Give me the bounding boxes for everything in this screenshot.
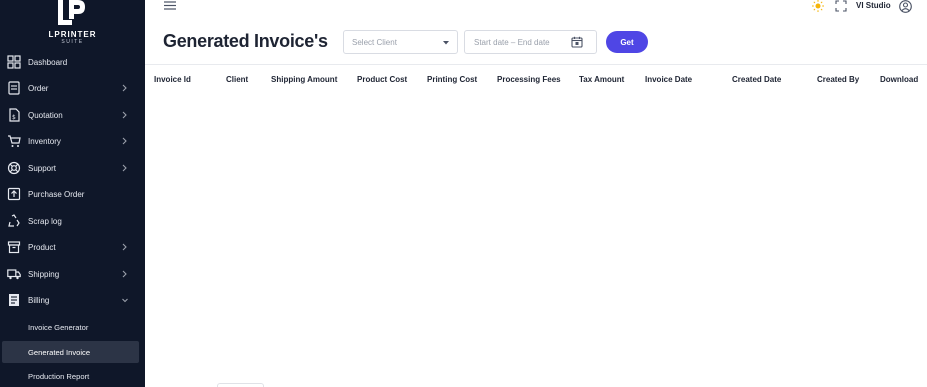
sidebar-item-dashboard[interactable]: Dashboard xyxy=(0,50,145,74)
sidebar-item-label: Product xyxy=(28,242,56,252)
chevron-right-icon xyxy=(121,268,129,280)
sidebar-item-label: Scrap log xyxy=(28,216,62,226)
chevron-right-icon xyxy=(121,241,129,253)
sidebar-item-label: Dashboard xyxy=(28,57,68,67)
logo-mark-icon xyxy=(58,0,85,25)
sidebar-subitem-label: Generated Invoice xyxy=(28,347,91,357)
chevron-right-icon xyxy=(121,135,129,147)
column-header-printing-cost[interactable]: Printing Cost xyxy=(427,75,477,84)
sidebar-subitem-invoice-generator[interactable]: Invoice Generator xyxy=(0,316,145,338)
svg-text:$: $ xyxy=(12,114,16,121)
sidebar-item-label: Billing xyxy=(28,295,50,305)
sidebar-item-product[interactable]: Product xyxy=(0,235,145,259)
column-header-processing-fees[interactable]: Processing Fees xyxy=(497,75,561,84)
purchase-order-icon xyxy=(7,187,21,201)
sidebar-subitem-generated-invoice[interactable]: Generated Invoice xyxy=(0,341,145,363)
user-name[interactable]: VI Studio xyxy=(856,1,891,10)
order-icon xyxy=(7,81,21,95)
sidebar-item-inventory[interactable]: Inventory xyxy=(0,129,145,153)
quotation-icon: $ xyxy=(7,108,21,122)
header-divider xyxy=(145,64,927,65)
recycle-icon xyxy=(7,214,21,228)
sidebar-item-label: Support xyxy=(28,163,57,173)
pagination-control[interactable] xyxy=(217,383,264,387)
date-range-placeholder: Start date – End date xyxy=(474,38,550,47)
date-range-picker[interactable]: Start date – End date xyxy=(464,30,597,54)
cart-icon xyxy=(7,134,21,148)
sidebar-item-label: Inventory xyxy=(28,136,61,146)
client-select-placeholder: Select Client xyxy=(352,38,397,47)
truck-icon xyxy=(7,267,21,281)
sun-icon[interactable] xyxy=(812,0,824,12)
get-button[interactable]: Get xyxy=(606,31,648,53)
column-header-product-cost[interactable]: Product Cost xyxy=(357,75,407,84)
sidebar-subitem-production-report[interactable]: Production Report xyxy=(0,365,145,387)
chevron-right-icon xyxy=(121,162,129,174)
brand-title: LPRINTER xyxy=(48,30,97,39)
hamburger-menu-icon[interactable] xyxy=(163,0,177,12)
sidebar-subitem-label: Production Report xyxy=(28,371,90,381)
calendar-icon[interactable] xyxy=(571,36,583,48)
user-avatar-icon[interactable] xyxy=(899,0,912,13)
sidebar-item-label: Quotation xyxy=(28,110,63,120)
support-icon xyxy=(7,161,21,175)
column-header-shipping-amount[interactable]: Shipping Amount xyxy=(271,75,337,84)
brand-subtitle: SUITE xyxy=(61,39,84,45)
archive-icon xyxy=(7,240,21,254)
chevron-right-icon xyxy=(121,109,129,121)
sidebar-subitem-label: Invoice Generator xyxy=(28,322,89,332)
column-header-created-date[interactable]: Created Date xyxy=(732,75,781,84)
sidebar-item-label: Purchase Order xyxy=(28,189,85,199)
sidebar-item-label: Shipping xyxy=(28,269,60,279)
chevron-down-icon xyxy=(121,294,129,306)
sidebar-item-billing[interactable]: Billing xyxy=(0,288,145,312)
sidebar-item-purchase-order[interactable]: Purchase Order xyxy=(0,182,145,206)
sidebar: LPRINTER SUITE Dashboard Order $ Quotati… xyxy=(0,0,145,387)
logo: LPRINTER SUITE xyxy=(0,0,145,50)
client-select[interactable]: Select Client xyxy=(343,30,458,54)
dashboard-icon xyxy=(7,55,21,69)
sidebar-item-shipping[interactable]: Shipping xyxy=(0,262,145,286)
chevron-right-icon xyxy=(121,82,129,94)
fullscreen-icon[interactable] xyxy=(835,0,847,12)
sidebar-item-order[interactable]: Order xyxy=(0,76,145,100)
column-header-tax-amount[interactable]: Tax Amount xyxy=(579,75,624,84)
sidebar-item-scrap-log[interactable]: Scrap log xyxy=(0,209,145,233)
page-title: Generated Invoice's xyxy=(163,31,328,51)
sidebar-item-label: Order xyxy=(28,83,49,93)
column-header-invoice-id[interactable]: Invoice Id xyxy=(154,75,191,84)
column-header-client[interactable]: Client xyxy=(226,75,248,84)
column-header-invoice-date[interactable]: Invoice Date xyxy=(645,75,692,84)
sidebar-item-quotation[interactable]: $ Quotation xyxy=(0,103,145,127)
billing-icon xyxy=(7,293,21,307)
sidebar-item-support[interactable]: Support xyxy=(0,156,145,180)
caret-down-icon xyxy=(443,41,449,45)
column-header-created-by[interactable]: Created By xyxy=(817,75,859,84)
column-header-download[interactable]: Download xyxy=(880,75,918,84)
